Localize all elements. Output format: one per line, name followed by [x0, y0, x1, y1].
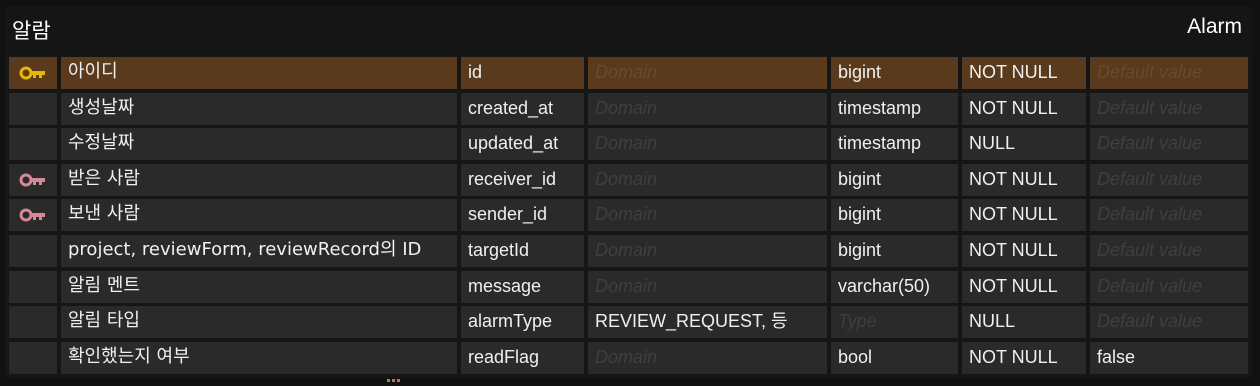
column-physical-name[interactable]: alarmType — [461, 306, 584, 339]
column-logical-name[interactable]: 보낸 사람 — [61, 199, 457, 232]
column-data-type[interactable]: varchar(50) — [831, 270, 958, 303]
column-default-value[interactable]: Default value — [1090, 128, 1248, 161]
column-default-value[interactable]: false — [1090, 341, 1248, 374]
column-physical-name[interactable]: targetId — [461, 234, 584, 267]
column-row[interactable]: 수정날짜 updated_at Domain timestamp NULL Default… — [5, 128, 1252, 161]
column-domain[interactable]: Domain — [588, 199, 827, 232]
entity-table[interactable]: 알람 Alarm 아이디 id Domain bigint NOT NULL Defaul… — [5, 6, 1252, 378]
entity-logical-name[interactable]: 알람 — [12, 15, 51, 45]
column-nullable[interactable]: NULL — [962, 128, 1086, 161]
column-domain[interactable]: Domain — [588, 128, 827, 161]
column-domain[interactable]: Domain — [588, 92, 827, 125]
column-domain[interactable]: Domain — [588, 341, 827, 374]
key-cell[interactable] — [9, 163, 57, 196]
column-default-value[interactable]: Default value — [1090, 199, 1248, 232]
column-default-value[interactable]: Default value — [1090, 57, 1248, 89]
column-row[interactable]: 받은 사람 receiver_id Domain bigint NOT NULL Defa… — [5, 163, 1252, 196]
column-default-value[interactable]: Default value — [1090, 163, 1248, 196]
column-logical-name[interactable]: 받은 사람 — [61, 163, 457, 196]
column-logical-name[interactable]: 수정날짜 — [61, 128, 457, 161]
entity-header[interactable]: 알람 Alarm — [5, 6, 1252, 52]
column-data-type[interactable]: bigint — [831, 57, 958, 89]
column-row[interactable]: 아이디 id Domain bigint NOT NULL Default value — [5, 57, 1252, 89]
column-nullable[interactable]: NOT NULL — [962, 199, 1086, 232]
column-logical-name[interactable]: 알림 멘트 — [61, 270, 457, 303]
column-physical-name[interactable]: updated_at — [461, 128, 584, 161]
column-data-type[interactable]: bigint — [831, 163, 958, 196]
column-data-type[interactable]: timestamp — [831, 92, 958, 125]
key-cell[interactable] — [9, 306, 57, 339]
column-default-value[interactable]: Default value — [1090, 270, 1248, 303]
column-data-type[interactable]: bool — [831, 341, 958, 374]
column-data-type[interactable]: bigint — [831, 234, 958, 267]
primary-key-icon — [19, 66, 45, 80]
resize-handle-icon[interactable] — [387, 379, 401, 383]
column-default-value[interactable]: Default value — [1090, 92, 1248, 125]
column-row[interactable]: 생성날짜 created_at Domain timestamp NOT NULL Def… — [5, 92, 1252, 125]
column-logical-name[interactable]: 생성날짜 — [61, 92, 457, 125]
column-physical-name[interactable]: receiver_id — [461, 163, 584, 196]
column-domain[interactable]: Domain — [588, 270, 827, 303]
column-row[interactable]: 보낸 사람 sender_id Domain bigint NOT NULL Defaul… — [5, 199, 1252, 232]
column-nullable[interactable]: NOT NULL — [962, 270, 1086, 303]
column-list: 아이디 id Domain bigint NOT NULL Default value 생성… — [5, 57, 1252, 377]
foreign-key-icon — [19, 173, 45, 187]
column-row[interactable]: 알림 멘트 message Domain varchar(50) NOT NULL Def… — [5, 270, 1252, 303]
key-cell[interactable] — [9, 199, 57, 232]
column-nullable[interactable]: NOT NULL — [962, 163, 1086, 196]
column-data-type[interactable]: timestamp — [831, 128, 958, 161]
column-row[interactable]: 알림 타입 alarmType REVIEW_REQUEST, 등 Type NULL D… — [5, 306, 1252, 339]
column-domain[interactable]: Domain — [588, 163, 827, 196]
column-logical-name[interactable]: 아이디 — [61, 57, 457, 89]
column-default-value[interactable]: Default value — [1090, 234, 1248, 267]
column-data-type[interactable]: bigint — [831, 199, 958, 232]
column-nullable[interactable]: NULL — [962, 306, 1086, 339]
column-default-value[interactable]: Default value — [1090, 306, 1248, 339]
column-physical-name[interactable]: readFlag — [461, 341, 584, 374]
column-nullable[interactable]: NOT NULL — [962, 341, 1086, 374]
column-domain[interactable]: Domain — [588, 234, 827, 267]
entity-physical-name[interactable]: Alarm — [1187, 15, 1242, 39]
key-cell[interactable] — [9, 341, 57, 374]
column-logical-name[interactable]: project, reviewForm, reviewRecord의 ID — [61, 234, 457, 267]
column-nullable[interactable]: NOT NULL — [962, 92, 1086, 125]
key-cell[interactable] — [9, 128, 57, 161]
key-cell[interactable] — [9, 57, 57, 89]
column-nullable[interactable]: NOT NULL — [962, 234, 1086, 267]
key-cell[interactable] — [9, 234, 57, 267]
column-row[interactable]: 확인했는지 여부 readFlag Domain bool NOT NULL false — [5, 341, 1252, 374]
column-physical-name[interactable]: sender_id — [461, 199, 584, 232]
column-row[interactable]: project, reviewForm, reviewRecord의 ID tar… — [5, 234, 1252, 267]
column-domain[interactable]: REVIEW_REQUEST, 등 — [588, 306, 827, 339]
column-logical-name[interactable]: 확인했는지 여부 — [61, 341, 457, 374]
column-data-type[interactable]: Type — [831, 306, 958, 339]
foreign-key-icon — [19, 208, 45, 222]
column-domain[interactable]: Domain — [588, 57, 827, 89]
column-physical-name[interactable]: message — [461, 270, 584, 303]
column-physical-name[interactable]: created_at — [461, 92, 584, 125]
key-cell[interactable] — [9, 92, 57, 125]
column-physical-name[interactable]: id — [461, 57, 584, 89]
column-logical-name[interactable]: 알림 타입 — [61, 306, 457, 339]
column-nullable[interactable]: NOT NULL — [962, 57, 1086, 89]
key-cell[interactable] — [9, 270, 57, 303]
